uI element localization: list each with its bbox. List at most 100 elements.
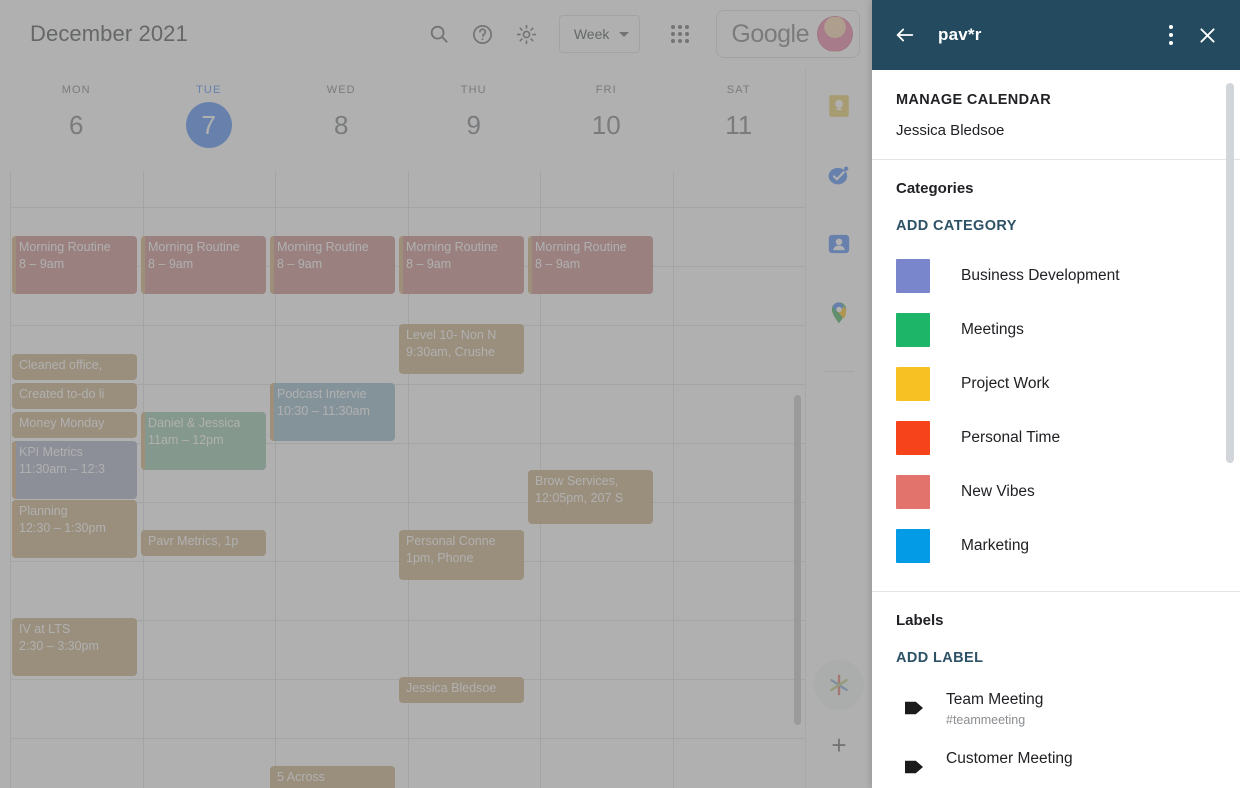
event-time: 8 – 9am — [535, 257, 581, 271]
calendar-grid[interactable]: Morning Routine 8 – 9am Morning Routine 8 –… — [0, 172, 805, 788]
day-header-sat[interactable]: SAT 11 — [673, 68, 806, 172]
calendar-event[interactable]: Cleaned office, — [12, 354, 137, 380]
category-color-swatch[interactable] — [896, 259, 930, 293]
time-gutter — [0, 172, 10, 788]
day-of-week: FRI — [595, 84, 617, 96]
category-name: Meetings — [961, 321, 1024, 338]
categories-title: Categories — [896, 180, 974, 197]
event-time: 8 – 9am — [277, 257, 323, 271]
calendar-event[interactable]: Created to-do li — [12, 383, 137, 409]
gear-icon[interactable] — [505, 12, 549, 56]
category-row[interactable]: Business Development — [896, 249, 1216, 303]
event-title: IV at LTS — [19, 622, 71, 636]
calendar-event[interactable]: Money Monday — [12, 412, 137, 438]
day-number: 9 — [466, 110, 481, 140]
event-time: 12:05pm, 207 S — [535, 491, 624, 505]
category-row[interactable]: Marketing — [896, 519, 1216, 573]
labels-title: Labels — [896, 612, 944, 629]
panel-title: pav*r — [938, 25, 982, 44]
close-icon[interactable] — [1188, 16, 1226, 54]
panel-body[interactable]: MANAGE CALENDAR Jessica Bledsoe Categori… — [872, 70, 1240, 788]
calendar-event[interactable]: Personal Conne 1pm, Phone — [399, 530, 524, 580]
category-color-swatch[interactable] — [896, 475, 930, 509]
event-title: Jessica Bledsoe — [406, 681, 497, 695]
calendar-event[interactable]: Morning Routine 8 – 9am — [399, 236, 524, 294]
event-title: Money Monday — [19, 416, 105, 430]
event-title: Level 10- Non N — [406, 328, 497, 342]
label-row[interactable]: Customer Meeting — [896, 738, 1216, 787]
day-header-mon[interactable]: MON 6 — [10, 68, 143, 172]
google-contacts-icon[interactable] — [826, 231, 852, 257]
account-pill[interactable]: Google — [716, 10, 860, 58]
side-rail: + — [805, 68, 872, 788]
category-row[interactable]: Personal Time — [896, 411, 1216, 465]
label-list: Team Meeting #teammeeting Customer Meeting — [896, 679, 1216, 787]
google-maps-icon[interactable] — [826, 300, 852, 326]
arrow-left-icon[interactable] — [888, 18, 922, 52]
event-title: 5 Across — [277, 770, 325, 784]
calendar-event[interactable]: KPI Metrics 11:30am – 12:3 — [12, 441, 137, 499]
category-row[interactable]: Project Work — [896, 357, 1216, 411]
category-color-swatch[interactable] — [896, 313, 930, 347]
label-row[interactable]: Team Meeting #teammeeting — [896, 679, 1216, 738]
panel-scrollbar[interactable] — [1226, 83, 1234, 463]
calendar-event[interactable]: IV at LTS 2:30 – 3:30pm — [12, 618, 137, 676]
event-time: 11:30am – 12:3 — [19, 462, 105, 476]
event-title: Morning Routine — [535, 240, 627, 254]
calendar-event[interactable]: Brow Services, 12:05pm, 207 S — [528, 470, 653, 524]
category-color-swatch[interactable] — [896, 367, 930, 401]
calendar-event[interactable]: Morning Routine 8 – 9am — [12, 236, 137, 294]
manage-calendar-section: MANAGE CALENDAR Jessica Bledsoe — [872, 70, 1240, 159]
manage-calendar-heading: MANAGE CALENDAR — [896, 92, 1052, 108]
calendar-event[interactable]: Level 10- Non N 9:30am, Crushe — [399, 324, 524, 374]
grid-col-sat[interactable] — [672, 172, 806, 788]
category-row[interactable]: Meetings — [896, 303, 1216, 357]
event-time: 9:30am, Crushe — [406, 345, 495, 359]
plus-icon[interactable]: + — [831, 732, 846, 758]
calendar-event[interactable]: Daniel & Jessica 11am – 12pm — [141, 412, 266, 470]
calendar-owner: Jessica Bledsoe — [896, 122, 1005, 139]
day-number: 6 — [69, 110, 84, 140]
day-of-week: THU — [460, 84, 487, 96]
event-title: Brow Services, — [535, 474, 619, 488]
google-keep-icon[interactable] — [826, 93, 852, 119]
google-tasks-icon[interactable] — [826, 162, 852, 188]
calendar-event[interactable]: Podcast Intervie 10:30 – 11:30am — [270, 383, 395, 441]
chevron-down-icon — [619, 31, 630, 37]
event-title: Daniel & Jessica — [148, 416, 241, 430]
event-title: Planning — [19, 504, 68, 518]
day-header-thu[interactable]: THU 9 — [408, 68, 541, 172]
label-name: Customer Meeting — [946, 750, 1073, 767]
calendar-event[interactable]: Jessica Bledsoe — [399, 677, 524, 703]
calendar-event[interactable]: Morning Routine 8 – 9am — [270, 236, 395, 294]
add-category-button[interactable]: ADD CATEGORY — [896, 218, 1017, 234]
brand-label: Google — [731, 19, 809, 48]
day-of-week: MON — [61, 84, 91, 96]
category-color-swatch[interactable] — [896, 529, 930, 563]
view-select[interactable]: Week — [558, 15, 641, 53]
category-color-swatch[interactable] — [896, 421, 930, 455]
calendar-event[interactable]: 5 Across — [270, 766, 395, 788]
search-icon[interactable] — [417, 12, 461, 56]
calendar-event[interactable]: Planning 12:30 – 1:30pm — [12, 500, 137, 558]
calendar-event[interactable]: Morning Routine 8 – 9am — [141, 236, 266, 294]
calendar-toolbar: December 2021 Week Google — [0, 0, 872, 68]
calendar-scrollbar[interactable] — [794, 395, 801, 725]
category-name: New Vibes — [961, 483, 1035, 500]
apps-grid-icon[interactable] — [658, 12, 702, 56]
more-vertical-icon[interactable] — [1154, 18, 1188, 52]
calendar-event[interactable]: Morning Routine 8 – 9am — [528, 236, 653, 294]
label-text: Customer Meeting — [946, 749, 1073, 769]
day-header-wed[interactable]: WED 8 — [275, 68, 408, 172]
addon-star-icon[interactable] — [814, 660, 864, 710]
calendar-event[interactable]: Pavr Metrics, 1p — [141, 530, 266, 556]
help-circle-icon[interactable] — [461, 12, 505, 56]
labels-section: Labels ADD LABEL Team Meeting #teammeetin… — [872, 592, 1240, 788]
add-label-button[interactable]: ADD LABEL — [896, 650, 983, 666]
avatar[interactable] — [817, 16, 853, 52]
day-header-fri[interactable]: FRI 10 — [540, 68, 673, 172]
event-time: 12:30 – 1:30pm — [19, 521, 106, 535]
day-header-tue[interactable]: TUE 7 — [143, 68, 276, 172]
event-title: Morning Routine — [406, 240, 498, 254]
category-row[interactable]: New Vibes — [896, 465, 1216, 519]
